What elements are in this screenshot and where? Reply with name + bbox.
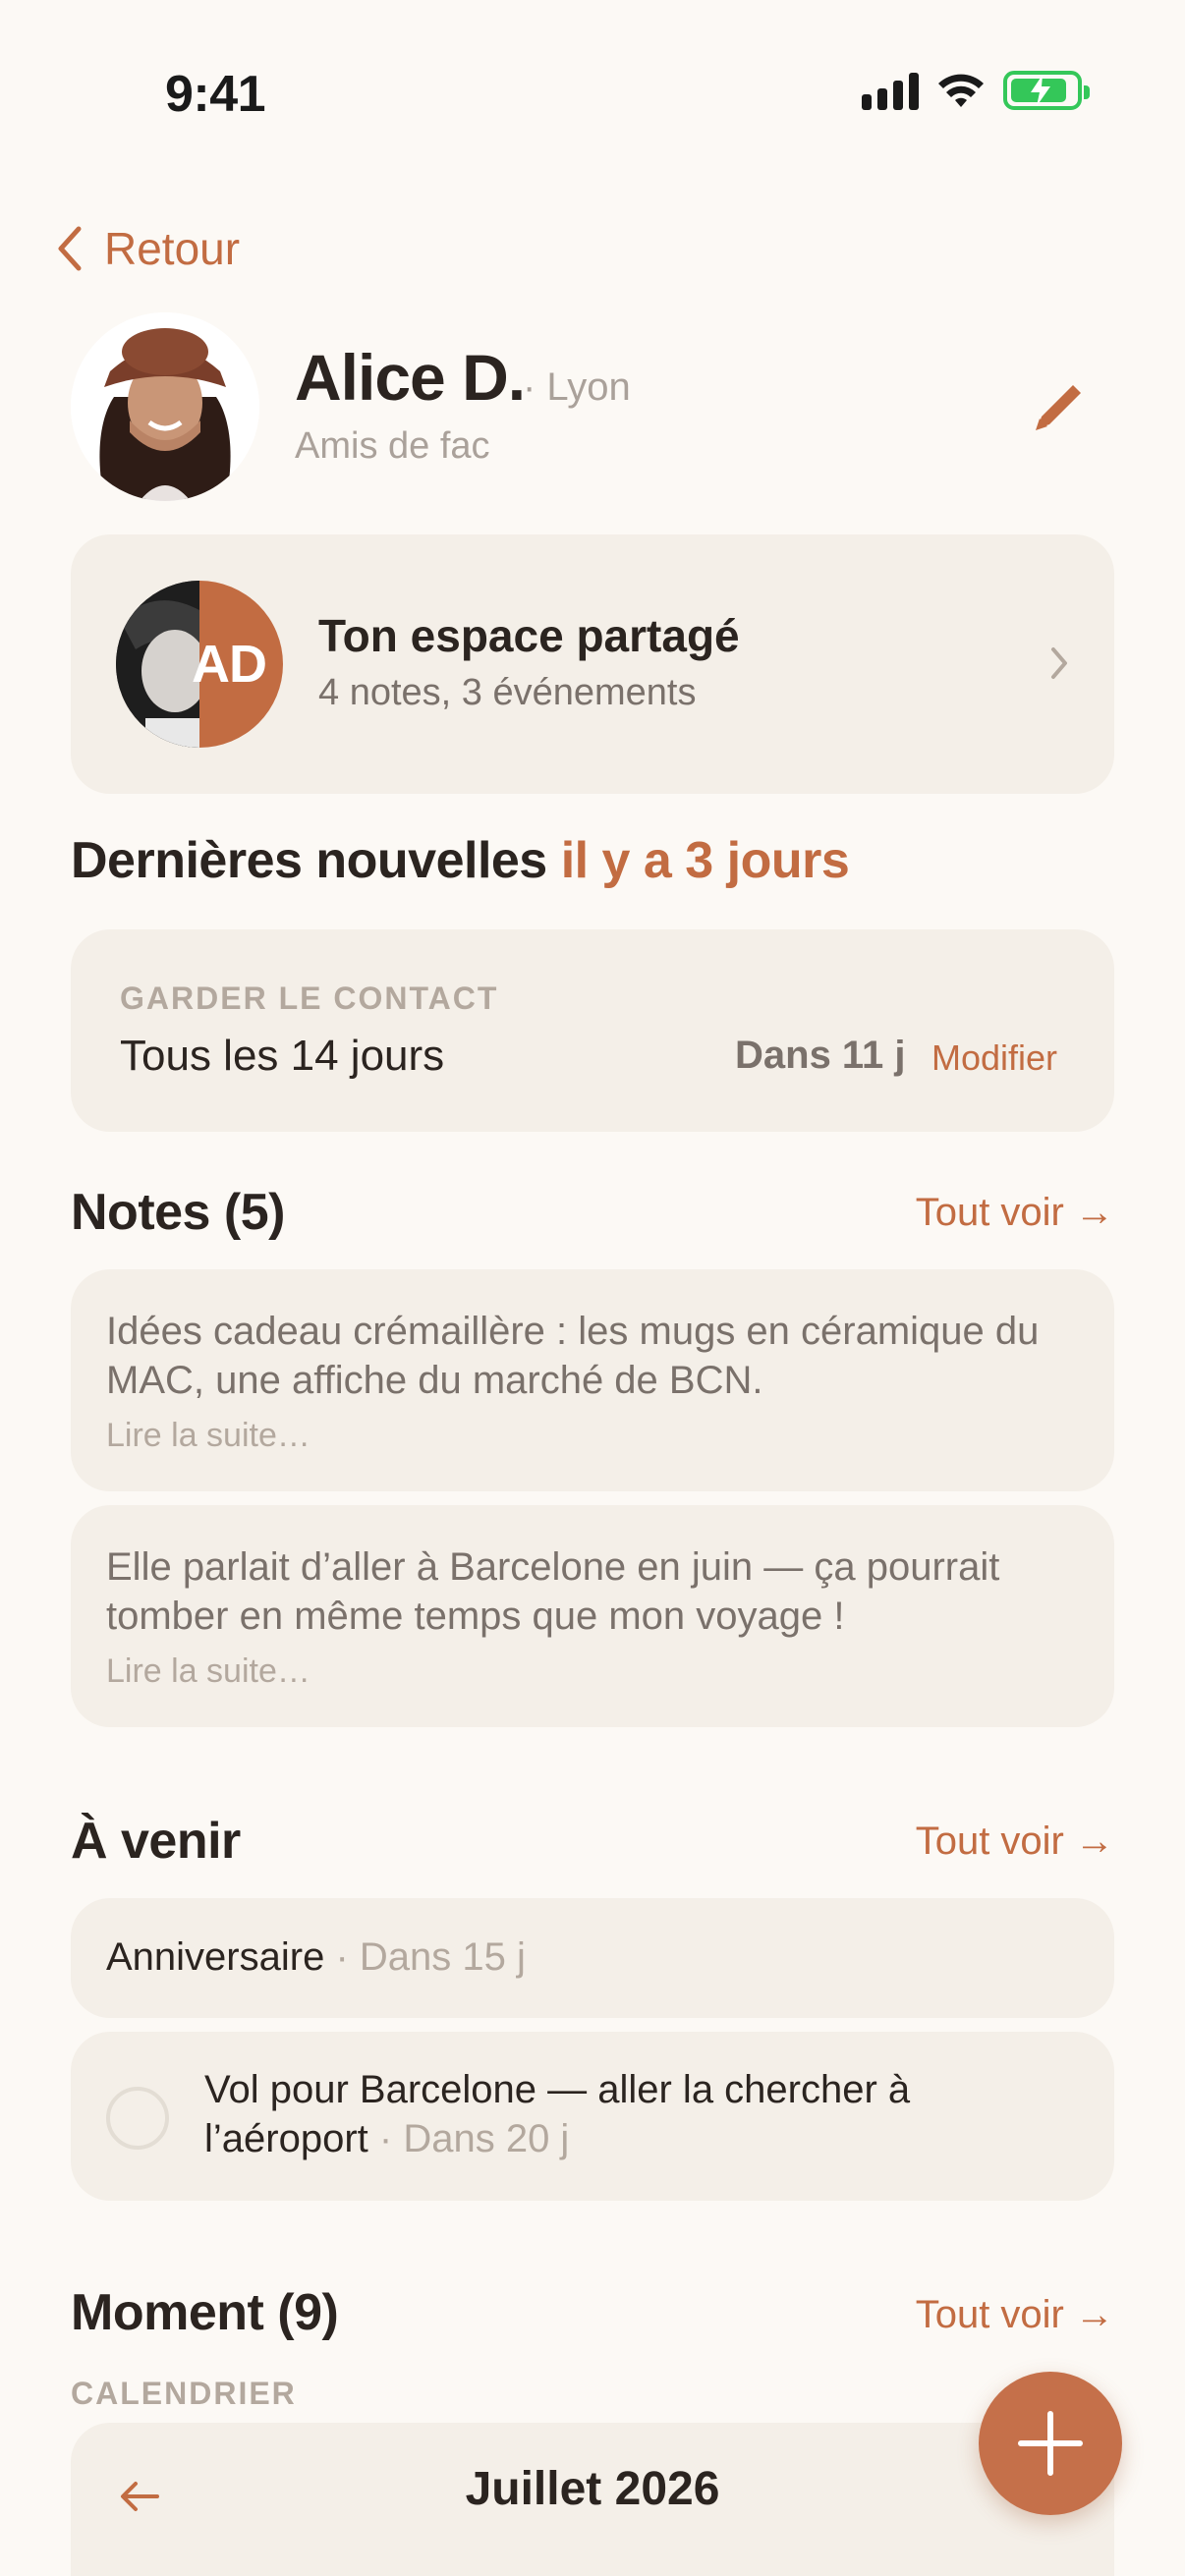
profile-city: · Lyon bbox=[523, 365, 631, 409]
battery-charging-icon bbox=[1003, 71, 1090, 110]
status-icons bbox=[862, 71, 1090, 110]
add-button[interactable] bbox=[979, 2372, 1122, 2515]
chevron-left-icon bbox=[58, 226, 82, 271]
pencil-icon bbox=[1036, 385, 1081, 430]
profile-group: Amis de fac bbox=[295, 425, 490, 467]
latest-news-heading: Dernières nouvelles il y a 3 jours bbox=[71, 831, 850, 890]
keep-contact-due: Dans 11 j bbox=[735, 1034, 906, 1077]
chevron-right-icon bbox=[1051, 647, 1067, 679]
latest-news-label: Dernières nouvelles bbox=[71, 832, 547, 889]
back-button[interactable]: Retour bbox=[55, 222, 240, 275]
back-label: Retour bbox=[104, 223, 241, 274]
upcoming-task-item: Vol pour Barcelone — aller la chercher à… bbox=[71, 2032, 1114, 2201]
upcoming-task-text: Vol pour Barcelone — aller la chercher à… bbox=[204, 2065, 1055, 2163]
calendar-card: Juillet 2026 bbox=[71, 2423, 1114, 2576]
keep-contact-frequency: Tous les 14 jours bbox=[120, 1032, 445, 1080]
profile-name: Alice D. bbox=[295, 341, 526, 414]
shared-initials: AD bbox=[192, 635, 267, 694]
latest-news-when: il y a 3 jours bbox=[560, 832, 850, 889]
upcoming-item-when: · Dans 15 j bbox=[335, 1935, 526, 1979]
upcoming-item-text: Anniversaire · Dans 15 j bbox=[106, 1935, 526, 1980]
read-more-link[interactable]: Lire la suite… bbox=[106, 1652, 310, 1691]
modify-button[interactable]: Modifier bbox=[931, 1037, 1057, 1079]
edit-button[interactable] bbox=[1024, 373, 1093, 442]
contact-detail-screen: 9:41 Retour Alice D. · Lyon Amis de fac … bbox=[0, 0, 1185, 2576]
moments-title: Moment (9) bbox=[71, 2284, 339, 2341]
shared-space-title: Ton espace partagé bbox=[318, 610, 740, 661]
moments-see-all-link[interactable]: Tout voir → bbox=[916, 2293, 1114, 2337]
note-text: Idées cadeau crémaillère : les mugs en c… bbox=[106, 1310, 1040, 1402]
status-time: 9:41 bbox=[165, 66, 266, 123]
task-checkbox[interactable] bbox=[106, 2087, 169, 2150]
calendar-label: CALENDRIER bbox=[71, 2376, 297, 2411]
notes-see-all-link[interactable]: Tout voir → bbox=[916, 1191, 1114, 1235]
upcoming-task-when: · Dans 20 j bbox=[378, 2117, 570, 2160]
upcoming-title: À venir bbox=[71, 1813, 241, 1870]
calendar-month: Juillet 2026 bbox=[465, 2463, 720, 2515]
keep-contact-card: GARDER LE CONTACT Tous les 14 jours Dans… bbox=[71, 929, 1114, 1132]
wifi-icon bbox=[938, 74, 984, 107]
read-more-link[interactable]: Lire la suite… bbox=[106, 1417, 310, 1455]
keep-contact-label: GARDER LE CONTACT bbox=[120, 980, 499, 1016]
upcoming-item-label: Anniversaire bbox=[106, 1935, 325, 1979]
friend-photo bbox=[116, 581, 199, 748]
upcoming-item[interactable]: Anniversaire · Dans 15 j bbox=[71, 1898, 1114, 2018]
upcoming-see-all-link[interactable]: Tout voir → bbox=[916, 1820, 1114, 1864]
avatar bbox=[71, 312, 259, 501]
note-text: Elle parlait d’aller à Barcelone en juin… bbox=[106, 1545, 1000, 1638]
notes-title: Notes (5) bbox=[71, 1184, 285, 1241]
note-card[interactable]: Elle parlait d’aller à Barcelone en juin… bbox=[71, 1505, 1114, 1727]
shared-space-card[interactable]: AD Ton espace partagé 4 notes, 3 événeme… bbox=[71, 534, 1114, 794]
note-card[interactable]: Idées cadeau crémaillère : les mugs en c… bbox=[71, 1269, 1114, 1491]
shared-avatar: AD bbox=[116, 581, 283, 748]
signal-icon bbox=[862, 71, 919, 110]
plus-icon bbox=[1018, 2411, 1083, 2476]
shared-space-subtitle: 4 notes, 3 événements bbox=[318, 672, 697, 713]
